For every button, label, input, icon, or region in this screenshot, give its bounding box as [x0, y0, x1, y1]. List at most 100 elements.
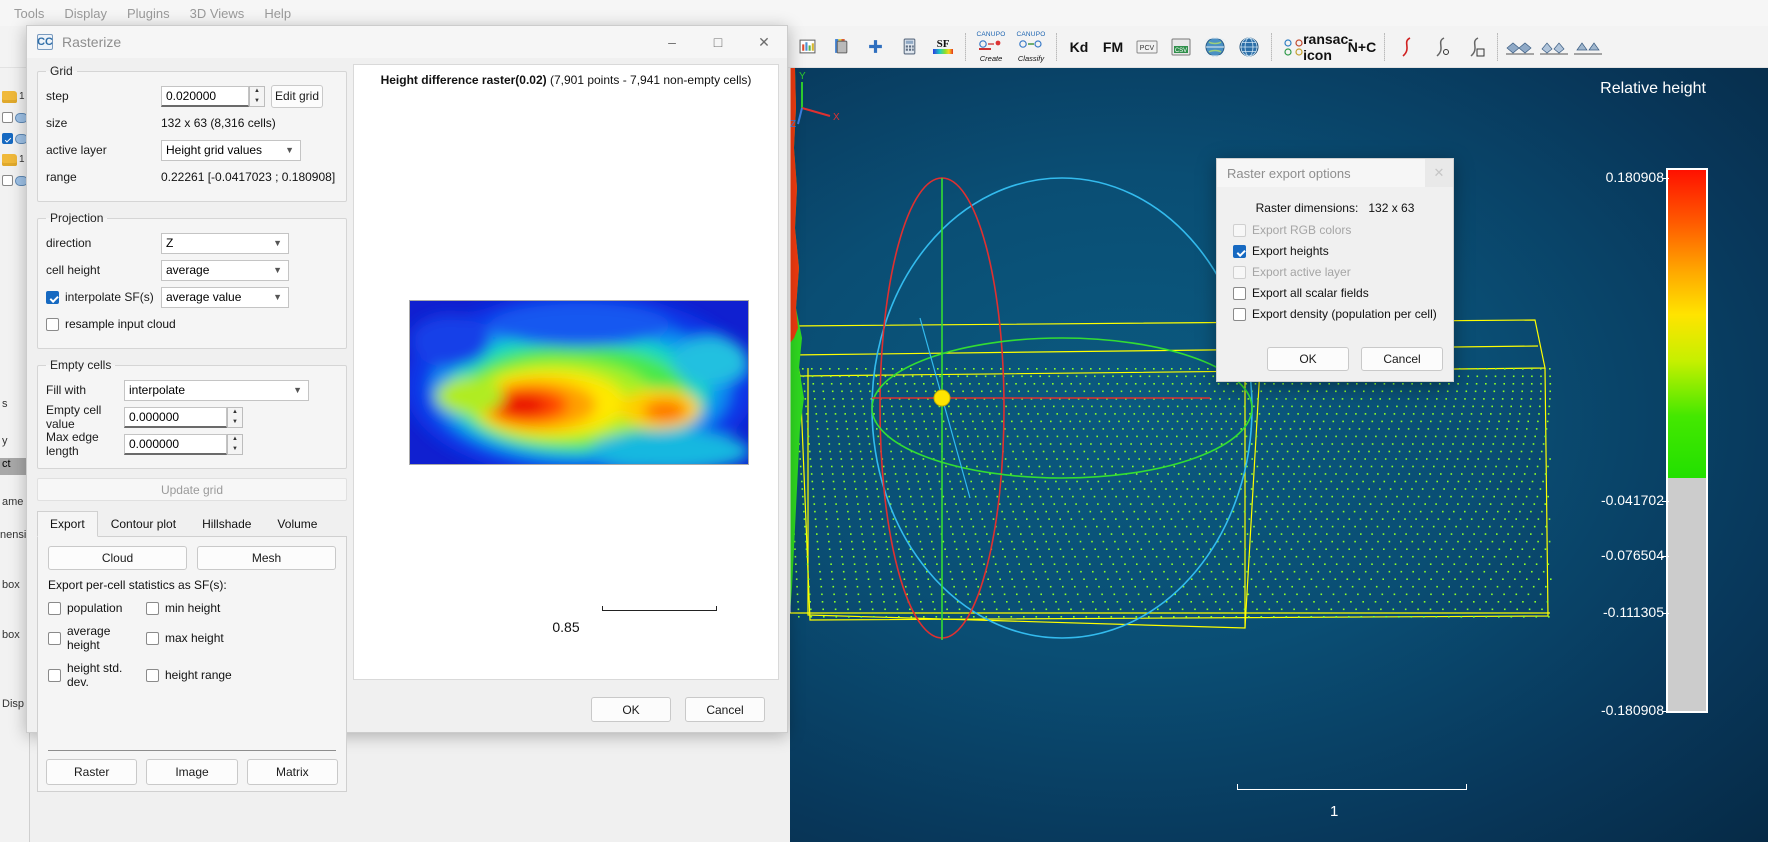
checkbox-export-density[interactable]: Export density (population per cell): [1233, 307, 1453, 321]
menu-item-help[interactable]: Help: [254, 3, 301, 24]
raster-preview: Height difference raster(0.02) (7,901 po…: [353, 64, 779, 680]
active-layer-label: active layer: [46, 143, 161, 157]
tab-contour-plot[interactable]: Contour plot: [98, 511, 189, 536]
checkbox-icon[interactable]: [2, 175, 13, 186]
trash-icon[interactable]: [824, 30, 858, 64]
menu-item-tools[interactable]: Tools: [4, 3, 54, 24]
toolbar-separator-3: [1271, 33, 1272, 61]
checkbox-average-height[interactable]: average height: [48, 624, 146, 652]
globe-grid-icon[interactable]: [1232, 30, 1266, 64]
minimize-icon[interactable]: –: [649, 26, 695, 58]
fm-icon[interactable]: FM: [1096, 30, 1130, 64]
colorbar-tick-4: -0.180908: [1601, 702, 1664, 718]
fill-with-value: interpolate: [129, 383, 185, 397]
bar-chart-icon[interactable]: [790, 30, 824, 64]
globe-icon[interactable]: [1198, 30, 1232, 64]
cell-height-select[interactable]: average ▼: [161, 260, 289, 281]
checkbox-min-height[interactable]: min height: [146, 601, 336, 615]
calculator-icon[interactable]: [892, 30, 926, 64]
edit-grid-button[interactable]: Edit grid: [271, 85, 323, 108]
max-edge-length-input[interactable]: 0.000000: [124, 434, 227, 455]
export-matrix-button[interactable]: Matrix: [247, 759, 338, 785]
menu-item-3dviews[interactable]: 3D Views: [180, 3, 255, 24]
colorbar-title: Relative height: [1600, 80, 1706, 98]
menu-item-plugins[interactable]: Plugins: [117, 3, 180, 24]
n-plus-c-icon[interactable]: ransac-icon: [1311, 30, 1345, 64]
rasterize-dialog[interactable]: CC Rasterize – □ ✕ Grid step 0.020000 ▲▼…: [26, 25, 788, 733]
heatmap-graphics: [410, 301, 749, 465]
empty-cell-value-input[interactable]: 0.000000: [124, 407, 227, 428]
raster-export-ok-button[interactable]: OK: [1267, 347, 1349, 371]
active-layer-select[interactable]: Height grid values ▼: [161, 140, 301, 161]
step-input[interactable]: 0.020000: [161, 86, 249, 107]
preview-scale-bar: [602, 610, 717, 611]
raster-export-cancel-button[interactable]: Cancel: [1361, 347, 1443, 371]
checkbox-population[interactable]: population: [48, 601, 146, 615]
menu-item-display[interactable]: Display: [54, 3, 117, 24]
raster-export-options-dialog[interactable]: Raster export options ✕ Raster dimension…: [1216, 158, 1454, 382]
tab-volume[interactable]: Volume: [264, 511, 330, 536]
checkbox-height-std-dev[interactable]: height std. dev.: [48, 661, 146, 689]
checkbox-checked-icon[interactable]: [2, 133, 13, 144]
chevron-down-icon: ▼: [273, 238, 282, 248]
facets3-icon[interactable]: [1571, 30, 1605, 64]
tab-export[interactable]: Export: [37, 511, 98, 537]
preview-heatmap-image: [409, 300, 749, 465]
facets-icon[interactable]: [1503, 30, 1537, 64]
divider: [48, 750, 336, 751]
toolbar-separator: [965, 33, 966, 61]
chevron-down-icon: ▼: [273, 292, 282, 302]
step-spinner[interactable]: ▲▼: [249, 86, 265, 107]
colorbar-tick-2: -0.076504: [1601, 547, 1664, 563]
max-edge-length-spinner[interactable]: ▲▼: [227, 434, 243, 455]
kd-tree-icon[interactable]: Kd: [1062, 30, 1096, 64]
max-edge-length-row: Max edge length 0.000000 ▲▼: [46, 432, 338, 456]
curve2-icon[interactable]: [1424, 30, 1458, 64]
csv-icon[interactable]: CSV: [1164, 30, 1198, 64]
export-mesh-button[interactable]: Mesh: [197, 546, 336, 570]
checkbox-max-height[interactable]: max height: [146, 624, 336, 652]
canupo-create-button[interactable]: CANUPO Create: [971, 29, 1011, 65]
update-grid-button[interactable]: Update grid: [37, 478, 347, 501]
color-ramp-grey-region: [1668, 478, 1706, 711]
interpolate-sf-checkbox[interactable]: interpolate SF(s): [46, 290, 161, 304]
mls-icon[interactable]: N+C: [1345, 30, 1379, 64]
checkbox-export-heights[interactable]: Export heights: [1233, 244, 1453, 258]
raster-export-titlebar[interactable]: Raster export options ✕: [1217, 159, 1453, 187]
resample-input-cloud-checkbox[interactable]: resample input cloud: [46, 317, 176, 331]
pcv-icon[interactable]: PCV: [1130, 30, 1164, 64]
export-primary-buttons: Cloud Mesh: [48, 546, 336, 570]
canupo-classify-button[interactable]: CANUPO Classify: [1011, 29, 1051, 65]
export-image-button[interactable]: Image: [146, 759, 237, 785]
grid-step-row: step 0.020000 ▲▼ Edit grid: [46, 84, 338, 108]
properties-fragment-ame: ame: [2, 496, 23, 508]
direction-select[interactable]: Z ▼: [161, 233, 289, 254]
curve-icon[interactable]: [1390, 30, 1424, 64]
checkbox-checked-icon: [46, 291, 59, 304]
interpolate-sf-select[interactable]: average value ▼: [161, 287, 289, 308]
export-raster-button[interactable]: Raster: [46, 759, 137, 785]
curve3-icon[interactable]: [1458, 30, 1492, 64]
colorbar-tick-0: 0.180908: [1606, 169, 1664, 185]
preview-title: Height difference raster(0.02) (7,901 po…: [354, 73, 778, 87]
rasterize-cancel-button[interactable]: Cancel: [685, 697, 765, 722]
fill-with-select[interactable]: interpolate ▼: [124, 380, 309, 401]
tab-hillshade[interactable]: Hillshade: [189, 511, 264, 536]
rasterize-titlebar[interactable]: CC Rasterize – □ ✕: [27, 26, 787, 58]
color-ramp: [1668, 170, 1706, 478]
facets2-icon[interactable]: [1537, 30, 1571, 64]
checkbox-icon[interactable]: [2, 112, 13, 123]
range-label: range: [46, 170, 161, 184]
checkbox-export-all-scalar-fields[interactable]: Export all scalar fields: [1233, 286, 1453, 300]
maximize-icon[interactable]: □: [695, 26, 741, 58]
empty-cell-value-spinner[interactable]: ▲▼: [227, 407, 243, 428]
export-cloud-button[interactable]: Cloud: [48, 546, 187, 570]
close-icon[interactable]: ✕: [741, 26, 787, 58]
checkbox-height-range[interactable]: height range: [146, 661, 336, 689]
rasterize-ok-button[interactable]: OK: [591, 697, 671, 722]
plus-icon[interactable]: [858, 30, 892, 64]
interpolate-sf-label: interpolate SF(s): [65, 290, 154, 304]
close-icon[interactable]: ✕: [1425, 159, 1453, 187]
sf-colorbar-icon[interactable]: SF: [926, 30, 960, 64]
raster-dimensions-label: Raster dimensions:: [1256, 201, 1359, 215]
